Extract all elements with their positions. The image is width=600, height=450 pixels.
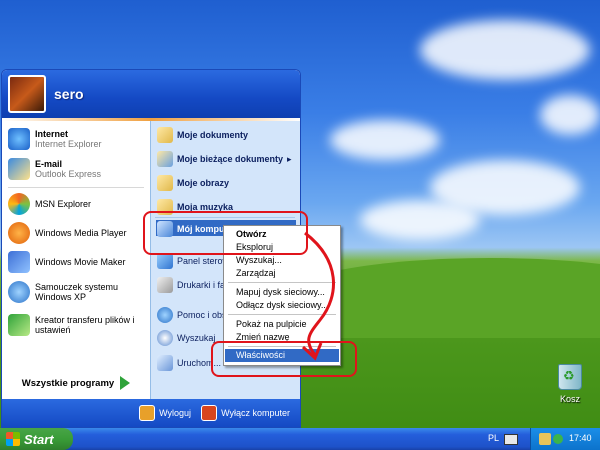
program-transfer-wizard[interactable]: Kreator transferu plików i ustawień <box>8 312 148 338</box>
program-media-player[interactable]: Windows Media Player <box>8 222 148 244</box>
run-icon <box>157 355 173 371</box>
movie-maker-icon <box>8 251 30 273</box>
places-label: Moje obrazy <box>177 178 230 188</box>
my-pictures-icon <box>157 175 173 191</box>
security-icon[interactable] <box>553 434 563 444</box>
recycle-bin-label: Kosz <box>559 394 580 404</box>
program-label: Windows Movie Maker <box>35 257 126 267</box>
program-label: Kreator transferu plików i ustawień <box>35 315 135 335</box>
program-msn-explorer[interactable]: MSN Explorer <box>8 193 148 215</box>
user-name: sero <box>54 86 84 102</box>
places-item-search[interactable]: Wyszukaj <box>157 330 215 346</box>
search-icon <box>157 330 173 346</box>
green-arrow-icon <box>120 376 131 390</box>
start-menu-footer: Wyloguj Wyłącz komputer <box>2 399 300 427</box>
all-programs-button[interactable]: Wszystkie programy <box>2 368 150 398</box>
logoff-button[interactable]: Wyloguj <box>139 405 191 421</box>
taskbar: Start PL 17:40 <box>0 428 600 450</box>
places-item-recent-documents[interactable]: Moje bieżące dokumenty ▸ <box>157 151 292 167</box>
shutdown-label: Wyłącz komputer <box>221 408 290 418</box>
recycle-bin-icon <box>558 364 582 390</box>
separator <box>8 187 144 188</box>
program-label: Samouczek systemu Windows XP <box>35 282 119 302</box>
start-label: Start <box>24 431 54 447</box>
pinned-item-email[interactable]: E-mail Outlook Express <box>8 155 148 183</box>
avatar[interactable] <box>8 75 46 113</box>
outlook-express-icon <box>8 158 30 180</box>
ctx-item-manage[interactable]: Zarządzaj <box>236 268 276 278</box>
pinned-subtitle: Outlook Express <box>35 169 102 179</box>
places-item-my-pictures[interactable]: Moje obrazy <box>157 175 229 191</box>
keyboard-icon[interactable] <box>504 434 518 445</box>
my-documents-icon <box>157 127 173 143</box>
program-label: MSN Explorer <box>35 199 92 209</box>
pinned-title: Internet <box>35 129 69 139</box>
system-tray: 17:40 <box>530 428 600 450</box>
power-icon <box>201 405 218 421</box>
msn-explorer-icon <box>8 193 30 215</box>
help-icon <box>157 307 173 323</box>
ctx-item-search[interactable]: Wyszukaj... <box>236 255 282 265</box>
places-label: Moje bieżące dokumenty <box>177 154 284 164</box>
places-label: Wyszukaj <box>177 333 216 343</box>
pinned-item-internet[interactable]: Internet Internet Explorer <box>8 125 148 153</box>
transfer-wizard-icon <box>8 314 30 336</box>
recent-documents-icon <box>157 151 173 167</box>
network-icon[interactable] <box>539 433 551 445</box>
annotation-my-computer <box>143 211 308 255</box>
control-panel-icon <box>157 253 173 269</box>
logoff-label: Wyloguj <box>159 408 192 418</box>
media-player-icon <box>8 222 30 244</box>
annotation-arrow <box>301 231 335 361</box>
key-icon <box>139 405 156 421</box>
start-button[interactable]: Start <box>0 428 73 450</box>
internet-explorer-icon <box>8 128 30 150</box>
pinned-subtitle: Internet Explorer <box>35 139 102 149</box>
submenu-arrow-icon: ▸ <box>287 153 292 164</box>
printers-icon <box>157 277 173 293</box>
tutorial-icon <box>8 281 30 303</box>
program-movie-maker[interactable]: Windows Movie Maker <box>8 251 148 273</box>
places-label: Moje dokumenty <box>177 130 249 140</box>
places-item-my-documents[interactable]: Moje dokumenty <box>157 127 248 143</box>
all-programs-label: Wszystkie programy <box>21 377 115 389</box>
windows-logo-icon <box>6 432 20 446</box>
shutdown-button[interactable]: Wyłącz komputer <box>201 405 290 421</box>
program-label: Windows Media Player <box>35 228 127 238</box>
start-menu-left-column: Internet Internet Explorer E-mail Outloo… <box>2 121 150 416</box>
program-tutorial[interactable]: Samouczek systemu Windows XP <box>8 279 148 305</box>
language-indicator[interactable]: PL <box>488 433 499 443</box>
recycle-bin[interactable]: Kosz <box>552 364 588 404</box>
clock[interactable]: 17:40 <box>569 433 592 443</box>
pinned-title: E-mail <box>35 159 63 169</box>
start-menu-header: sero <box>2 70 300 118</box>
